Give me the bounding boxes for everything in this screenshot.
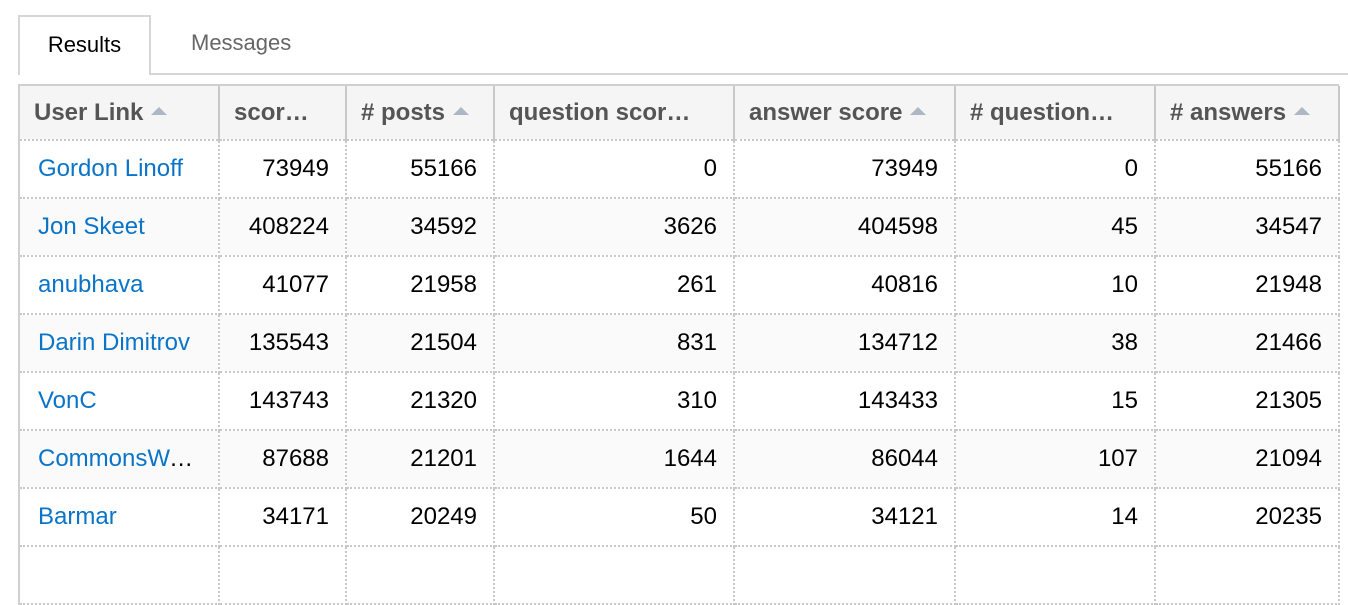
cell-answer-score: 40816 bbox=[734, 256, 956, 315]
table-row: CommonsWare 87688 21201 1644 86044 107 21094 bbox=[20, 430, 1340, 489]
cell-question-score: 261 bbox=[494, 256, 735, 315]
column-header-score[interactable]: scor… bbox=[219, 86, 347, 141]
column-header-question-score[interactable]: question scor… bbox=[494, 86, 735, 141]
cell-posts: 21201 bbox=[346, 430, 495, 489]
cell-questions: 107 bbox=[955, 430, 1156, 489]
table-row: Darin Dimitrov 135543 21504 831 134712 38 2146… bbox=[20, 314, 1340, 373]
cell-empty bbox=[955, 546, 1156, 605]
cell-score: 135543 bbox=[219, 314, 347, 373]
column-label: # answers bbox=[1170, 98, 1287, 126]
column-label: question scor… bbox=[509, 98, 691, 126]
cell-user-link: anubhava bbox=[20, 256, 220, 315]
cell-posts: 34592 bbox=[346, 198, 495, 257]
cell-answer-score: 73949 bbox=[734, 140, 956, 199]
table-row: Gordon Linoff 73949 55166 0 73949 0 55166 bbox=[20, 140, 1340, 199]
column-label: User Link bbox=[34, 98, 144, 126]
user-link[interactable]: Gordon Linoff bbox=[38, 155, 183, 182]
cell-empty bbox=[346, 546, 495, 605]
table-row-partial bbox=[20, 546, 1340, 605]
tab-messages[interactable]: Messages bbox=[191, 15, 291, 73]
cell-question-score: 1644 bbox=[494, 430, 735, 489]
cell-posts: 21504 bbox=[346, 314, 495, 373]
cell-answer-score: 404598 bbox=[734, 198, 956, 257]
cell-answers: 20235 bbox=[1155, 488, 1340, 547]
cell-questions: 15 bbox=[955, 372, 1156, 431]
cell-answer-score: 134712 bbox=[734, 314, 956, 373]
user-link[interactable]: Barmar bbox=[38, 503, 117, 530]
cell-score: 87688 bbox=[219, 430, 347, 489]
cell-answer-score: 143433 bbox=[734, 372, 956, 431]
column-header-user-link[interactable]: User Link bbox=[20, 86, 220, 141]
column-header-answers[interactable]: # answers bbox=[1155, 86, 1340, 141]
user-link[interactable]: anubhava bbox=[38, 271, 143, 298]
cell-user-link: Darin Dimitrov bbox=[20, 314, 220, 373]
cell-empty bbox=[20, 546, 220, 605]
cell-empty bbox=[734, 546, 956, 605]
cell-question-score: 3626 bbox=[494, 198, 735, 257]
cell-posts: 21958 bbox=[346, 256, 495, 315]
header-row: User Link scor… # posts question scor… a… bbox=[20, 86, 1340, 141]
sort-asc-icon[interactable] bbox=[151, 107, 168, 116]
sort-asc-icon[interactable] bbox=[1294, 107, 1311, 116]
cell-score: 408224 bbox=[219, 198, 347, 257]
column-header-answer-score[interactable]: answer score bbox=[734, 86, 956, 141]
cell-posts: 55166 bbox=[346, 140, 495, 199]
cell-answers: 21094 bbox=[1155, 430, 1340, 489]
cell-score: 73949 bbox=[219, 140, 347, 199]
cell-user-link: VonC bbox=[20, 372, 220, 431]
cell-answers: 34547 bbox=[1155, 198, 1340, 257]
cell-answers: 21305 bbox=[1155, 372, 1340, 431]
user-link[interactable]: Jon Skeet bbox=[38, 213, 145, 240]
cell-user-link: CommonsWare bbox=[20, 430, 220, 489]
cell-answer-score: 34121 bbox=[734, 488, 956, 547]
column-label: # posts bbox=[361, 98, 446, 126]
cell-question-score: 831 bbox=[494, 314, 735, 373]
user-link[interactable]: CommonsWare bbox=[38, 445, 204, 472]
cell-questions: 38 bbox=[955, 314, 1156, 373]
cell-answers: 21466 bbox=[1155, 314, 1340, 373]
cell-questions: 45 bbox=[955, 198, 1156, 257]
cell-answers: 55166 bbox=[1155, 140, 1340, 199]
results-grid: User Link scor… # posts question scor… a… bbox=[18, 84, 1340, 605]
cell-answers: 21948 bbox=[1155, 256, 1340, 315]
sort-asc-icon[interactable] bbox=[910, 107, 927, 116]
cell-question-score: 0 bbox=[494, 140, 735, 199]
column-header-posts[interactable]: # posts bbox=[346, 86, 495, 141]
cell-questions: 14 bbox=[955, 488, 1156, 547]
cell-score: 34171 bbox=[219, 488, 347, 547]
table-body: Gordon Linoff 73949 55166 0 73949 0 55166 Jon S… bbox=[20, 140, 1340, 605]
column-header-questions[interactable]: # question… bbox=[955, 86, 1156, 141]
table-row: Jon Skeet 408224 34592 3626 404598 45 34547 bbox=[20, 198, 1340, 257]
table-row: anubhava 41077 21958 261 40816 10 21948 bbox=[20, 256, 1340, 315]
cell-score: 41077 bbox=[219, 256, 347, 315]
table-row: Barmar 34171 20249 50 34121 14 20235 bbox=[20, 488, 1340, 547]
cell-posts: 21320 bbox=[346, 372, 495, 431]
user-link[interactable]: Darin Dimitrov bbox=[38, 329, 190, 356]
sort-asc-icon[interactable] bbox=[453, 107, 470, 116]
cell-question-score: 310 bbox=[494, 372, 735, 431]
cell-question-score: 50 bbox=[494, 488, 735, 547]
cell-posts: 20249 bbox=[346, 488, 495, 547]
tab-results[interactable]: Results bbox=[18, 15, 151, 75]
results-table: User Link scor… # posts question scor… a… bbox=[20, 86, 1340, 605]
results-tabs: Results Messages bbox=[18, 15, 1348, 75]
cell-empty bbox=[494, 546, 735, 605]
column-label: # question… bbox=[970, 98, 1115, 126]
cell-questions: 0 bbox=[955, 140, 1156, 199]
table-row: VonC 143743 21320 310 143433 15 21305 bbox=[20, 372, 1340, 431]
cell-user-link: Gordon Linoff bbox=[20, 140, 220, 199]
user-link[interactable]: VonC bbox=[38, 387, 97, 414]
cell-questions: 10 bbox=[955, 256, 1156, 315]
cell-score: 143743 bbox=[219, 372, 347, 431]
cell-empty bbox=[219, 546, 347, 605]
cell-empty bbox=[1155, 546, 1340, 605]
cell-user-link: Jon Skeet bbox=[20, 198, 220, 257]
column-label: scor… bbox=[234, 98, 309, 126]
column-label: answer score bbox=[749, 98, 903, 126]
cell-user-link: Barmar bbox=[20, 488, 220, 547]
cell-answer-score: 86044 bbox=[734, 430, 956, 489]
